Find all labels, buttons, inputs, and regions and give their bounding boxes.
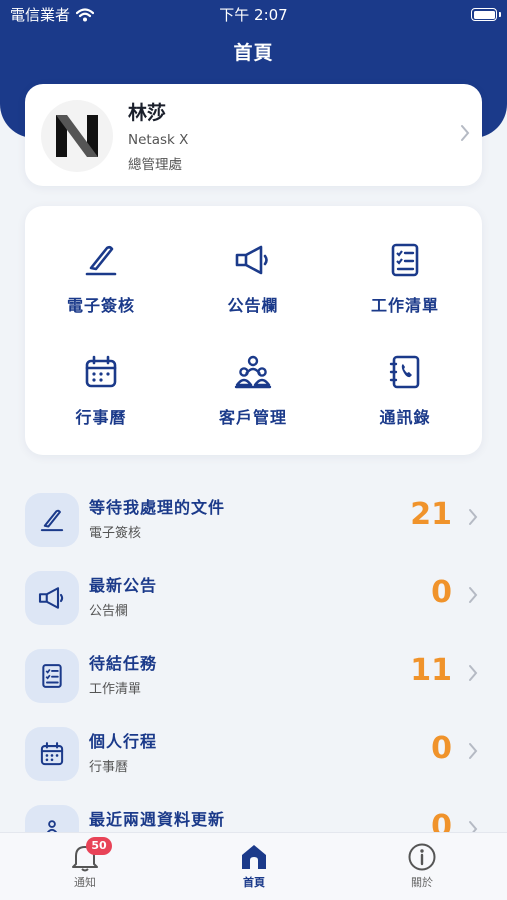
list-item-count: 0 — [431, 731, 452, 766]
chevron-right-icon — [469, 743, 478, 759]
list-item-count: 11 — [410, 653, 452, 688]
list-item-title: 待結任務 — [89, 654, 158, 673]
calendar-icon — [40, 742, 64, 766]
list-item-subtitle: 工作清單 — [89, 682, 142, 697]
checklist-icon — [42, 664, 62, 688]
shortcut-contacts[interactable]: 通訊錄 — [329, 318, 481, 430]
list-item-count: 21 — [410, 497, 452, 532]
list-item-subtitle: 公告欄 — [89, 604, 129, 619]
info-icon — [408, 843, 436, 871]
home-icon — [242, 845, 266, 869]
pen-icon — [40, 509, 64, 532]
tab-home[interactable]: 首頁 — [194, 833, 314, 900]
tab-about[interactable]: 關於 — [362, 833, 482, 900]
customers-icon — [234, 355, 272, 389]
shortcut-customers[interactable]: 客戶管理 — [177, 318, 329, 430]
notification-badge: 50 — [86, 837, 112, 855]
status-time: 下午 2:07 — [219, 6, 288, 24]
list-item-title: 個人行程 — [89, 732, 158, 751]
tab-bar: 50 通知 首頁 關於 — [0, 832, 507, 900]
list-item-subtitle: 電子簽核 — [89, 526, 142, 541]
chevron-right-icon — [461, 125, 470, 141]
profile-company: Netask X — [128, 132, 189, 148]
avatar — [41, 100, 113, 172]
megaphone-icon — [38, 587, 64, 609]
profile-name: 林莎 — [128, 102, 167, 124]
pen-icon — [85, 245, 117, 276]
shortcut-calendar[interactable]: 行事曆 — [25, 318, 177, 430]
summary-personal-schedule[interactable]: 個人行程 行事曆 0 — [25, 725, 482, 783]
list-item-subtitle: 行事曆 — [89, 760, 129, 775]
chevron-right-icon — [469, 509, 478, 525]
megaphone-icon — [235, 245, 268, 275]
status-bar: 電信業者 下午 2:07 — [0, 0, 507, 30]
shortcut-task-list[interactable]: 工作清單 — [329, 206, 481, 318]
checklist-icon — [391, 243, 419, 277]
calendar-icon — [85, 355, 117, 388]
profile-card[interactable]: 林莎 Netask X 總管理處 — [25, 84, 482, 186]
chevron-right-icon — [469, 587, 478, 603]
summary-pending-documents[interactable]: 等待我處理的文件 電子簽核 21 — [25, 491, 482, 549]
page-title: 首頁 — [233, 42, 274, 64]
shortcut-e-sign[interactable]: 電子簽核 — [25, 206, 177, 318]
company-logo-icon — [56, 115, 98, 157]
tab-notifications[interactable]: 50 通知 — [25, 833, 145, 900]
profile-department: 總管理處 — [128, 157, 182, 173]
battery-icon — [471, 8, 497, 21]
contacts-icon — [389, 355, 420, 389]
summary-latest-announcements[interactable]: 最新公告 公告欄 0 — [25, 569, 482, 627]
shortcut-bulletin[interactable]: 公告欄 — [177, 206, 329, 318]
summary-pending-tasks[interactable]: 待結任務 工作清單 11 — [25, 647, 482, 705]
list-item-title: 等待我處理的文件 — [89, 498, 226, 517]
list-item-title: 最新公告 — [89, 576, 158, 595]
shortcut-grid: 電子簽核 公告欄 工作清單 行事曆 客戶管理 通訊錄 — [25, 206, 482, 455]
list-item-title: 最近兩週資料更新 — [89, 810, 226, 829]
chevron-right-icon — [469, 665, 478, 681]
list-item-count: 0 — [431, 575, 452, 610]
